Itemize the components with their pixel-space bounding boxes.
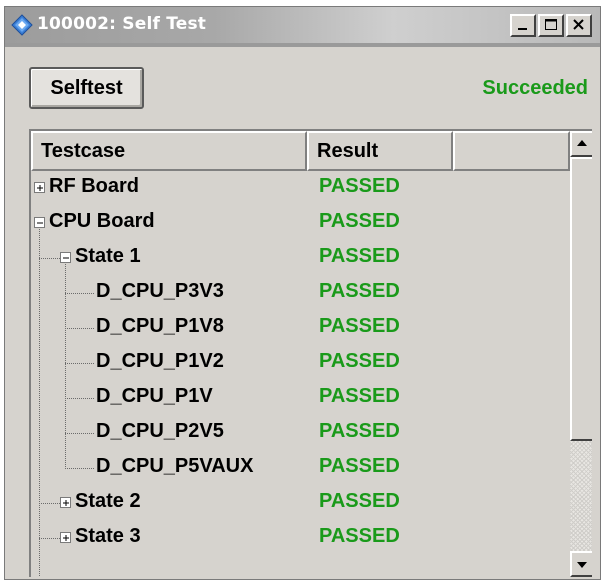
column-header-testcase[interactable]: Testcase	[31, 131, 307, 171]
vertical-scrollbar[interactable]	[570, 131, 592, 577]
close-button[interactable]	[566, 14, 592, 37]
testcase-label: D_CPU_P1V8	[96, 315, 224, 337]
testcase-table: Testcase Result RF Board PASSED CPU Board P…	[29, 129, 592, 577]
scroll-up-button[interactable]	[570, 131, 592, 157]
maximize-button[interactable]	[538, 14, 564, 37]
tree-row[interactable]: D_CPU_P1V PASSED	[31, 381, 570, 416]
tree-row[interactable]: D_CPU_P1V2 PASSED	[31, 346, 570, 381]
collapse-minus-icon[interactable]	[60, 252, 71, 263]
testcase-label: D_CPU_P1V	[96, 385, 213, 407]
result-status: PASSED	[319, 245, 400, 267]
column-header-result[interactable]: Result	[307, 131, 453, 171]
collapse-minus-icon[interactable]	[34, 217, 45, 228]
result-status: PASSED	[319, 490, 400, 512]
title-bar[interactable]: 100002: Self Test	[5, 7, 600, 43]
testcase-label: D_CPU_P2V5	[96, 420, 224, 442]
result-status: PASSED	[319, 315, 400, 337]
testcase-label: RF Board	[49, 175, 139, 197]
tree-row[interactable]: D_CPU_P1V8 PASSED	[31, 311, 570, 346]
arrow-down-icon	[577, 562, 587, 568]
table-header: Testcase Result	[31, 131, 570, 171]
tree-row[interactable]: State 2 PASSED	[31, 486, 570, 521]
close-icon	[573, 19, 584, 30]
app-diamond-icon	[11, 14, 33, 36]
window-title: 100002: Self Test	[37, 14, 207, 34]
result-status: PASSED	[319, 420, 400, 442]
tree-row[interactable]: State 1 PASSED	[31, 241, 570, 276]
expand-plus-icon[interactable]	[34, 182, 45, 193]
testcase-label: State 3	[75, 525, 141, 547]
tree-row[interactable]: RF Board PASSED	[31, 171, 570, 206]
arrow-up-icon	[577, 140, 587, 146]
column-header-extra[interactable]	[453, 131, 570, 171]
result-status: PASSED	[319, 210, 400, 232]
tree-row[interactable]: D_CPU_P3V3 PASSED	[31, 276, 570, 311]
testcase-label: State 1	[75, 245, 141, 267]
selftest-button[interactable]: Selftest	[29, 67, 144, 109]
scroll-down-button[interactable]	[570, 551, 592, 577]
result-status: PASSED	[319, 455, 400, 477]
tree-row[interactable]: D_CPU_P5VAUX PASSED	[31, 451, 570, 486]
testcase-label: D_CPU_P5VAUX	[96, 455, 254, 477]
tree-row[interactable]: D_CPU_P2V5 PASSED	[31, 416, 570, 451]
testcase-label: D_CPU_P3V3	[96, 280, 224, 302]
minimize-icon	[518, 28, 527, 30]
tree-row[interactable]: State 3 PASSED	[31, 521, 570, 556]
result-status: PASSED	[319, 280, 400, 302]
self-test-window: 100002: Self Test Selftest Succeeded Tes…	[4, 6, 601, 580]
status-text: Succeeded	[482, 77, 588, 99]
result-status: PASSED	[319, 385, 400, 407]
expand-plus-icon[interactable]	[60, 532, 71, 543]
title-divider	[5, 43, 600, 47]
tree-rows: RF Board PASSED CPU Board PASSED State 1 PASS…	[31, 171, 570, 577]
testcase-label: CPU Board	[49, 210, 155, 232]
result-status: PASSED	[319, 350, 400, 372]
testcase-label: State 2	[75, 490, 141, 512]
result-status: PASSED	[319, 525, 400, 547]
maximize-icon	[545, 19, 557, 30]
scrollbar-thumb[interactable]	[570, 157, 592, 441]
testcase-label: D_CPU_P1V2	[96, 350, 224, 372]
minimize-button[interactable]	[510, 14, 536, 37]
expand-plus-icon[interactable]	[60, 497, 71, 508]
result-status: PASSED	[319, 175, 400, 197]
tree-row[interactable]: CPU Board PASSED	[31, 206, 570, 241]
